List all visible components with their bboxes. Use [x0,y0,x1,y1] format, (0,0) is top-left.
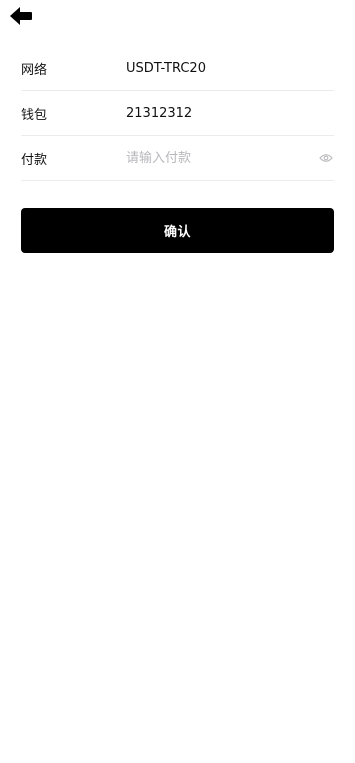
wallet-value: 21312312 [126,105,193,121]
confirm-button[interactable]: 确认 [21,208,334,253]
wallet-label: 钱包 [21,107,48,123]
network-row: 网络 USDT-TRC20 [21,46,334,91]
wallet-row: 钱包 21312312 [21,91,334,136]
payment-row: 付款 [21,136,334,181]
network-value: USDT-TRC20 [126,60,206,76]
payment-label: 付款 [21,152,48,168]
withdraw-form: 网络 USDT-TRC20 钱包 21312312 付款 [21,46,334,181]
back-arrow-icon [9,6,33,30]
payment-input[interactable] [126,143,312,173]
eye-icon[interactable] [318,150,334,166]
network-label: 网络 [21,62,48,78]
back-button[interactable] [8,7,34,29]
